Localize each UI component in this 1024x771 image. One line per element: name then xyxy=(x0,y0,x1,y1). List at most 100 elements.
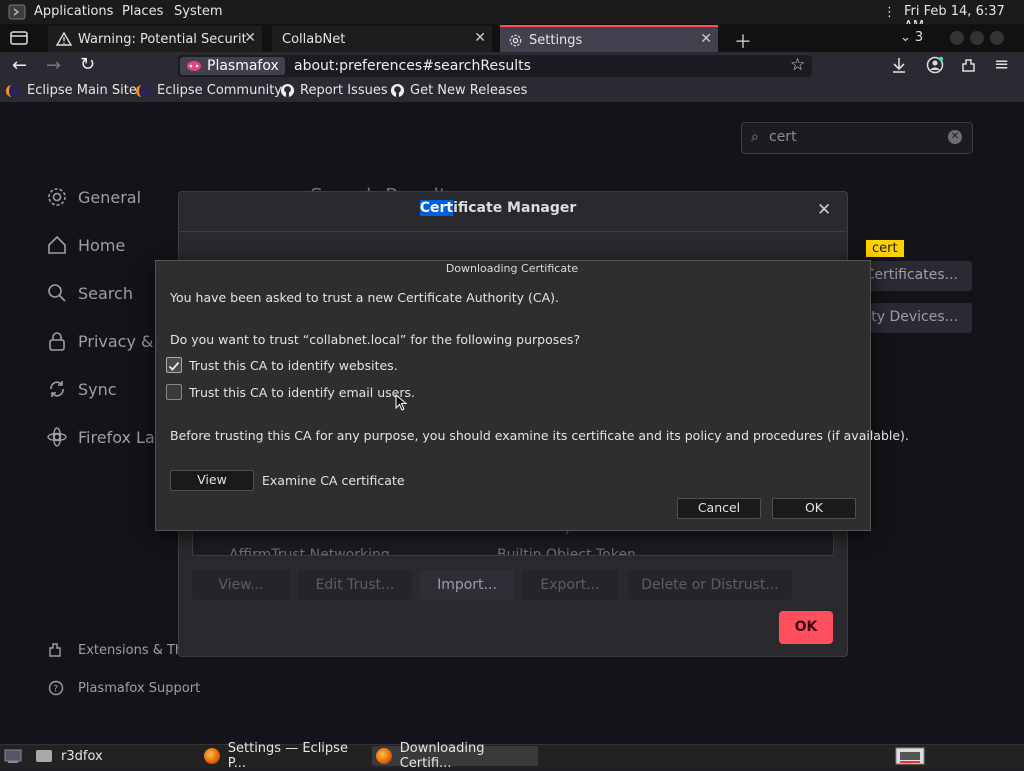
back-icon[interactable]: ← xyxy=(12,55,27,76)
tab-security-warning[interactable]: Warning: Potential Security Risk Ahead ✕ xyxy=(48,26,262,52)
menu-places[interactable]: Places xyxy=(122,4,163,19)
home-icon xyxy=(48,235,66,254)
ok-button[interactable]: OK xyxy=(772,498,856,519)
cert-manager-ok-button[interactable]: OK xyxy=(779,611,833,644)
export-button[interactable]: Export... xyxy=(522,570,618,600)
sidebar-item-home[interactable]: Home xyxy=(46,234,125,256)
mouse-cursor-icon xyxy=(395,394,407,411)
sidebar-label: General xyxy=(78,187,142,207)
clear-search-icon[interactable]: ✕ xyxy=(948,130,962,144)
tab-label: Warning: Potential Security Risk Ahead xyxy=(78,31,246,47)
extensions-icon[interactable] xyxy=(960,56,978,78)
identity-label: Plasmafox xyxy=(207,58,279,74)
sidebar-label: Search xyxy=(78,283,133,303)
tab-collabnet[interactable]: CollabNet ✕ xyxy=(272,26,492,52)
close-tab-icon[interactable]: ✕ xyxy=(474,30,486,46)
bookmark-report-issues[interactable]: Report Issues xyxy=(280,83,388,98)
github-icon xyxy=(280,83,295,98)
sync-icon xyxy=(50,381,64,397)
sidebar-item-sync[interactable]: Sync xyxy=(46,378,117,400)
account-icon[interactable] xyxy=(926,56,944,78)
cert-device[interactable]: Builtin Object Token xyxy=(497,547,636,555)
edit-trust-button[interactable]: Edit Trust... xyxy=(298,570,412,600)
bookmark-label: Eclipse Community xyxy=(157,83,282,98)
examine-ca-label: Examine CA certificate xyxy=(262,473,405,488)
trust-websites-label[interactable]: Trust this CA to identify websites. xyxy=(189,358,398,373)
forward-icon[interactable]: → xyxy=(46,55,61,76)
lock-icon xyxy=(49,332,65,351)
new-tab-icon[interactable]: ＋ xyxy=(734,28,752,54)
view-certificate-button[interactable]: View xyxy=(170,470,254,491)
firefox-icon xyxy=(204,748,220,764)
plasmafox-icon xyxy=(187,61,201,71)
url-text[interactable]: about:preferences#searchResults xyxy=(294,58,531,74)
close-tab-icon[interactable]: ✕ xyxy=(700,31,712,47)
search-highlight-tag: cert xyxy=(866,240,904,257)
close-tab-icon[interactable]: ✕ xyxy=(244,30,256,46)
sidebar-item-search[interactable]: Search xyxy=(46,282,133,304)
svg-text:?: ? xyxy=(53,685,58,695)
menu-applications[interactable]: Applications xyxy=(34,4,113,19)
cancel-button[interactable]: Cancel xyxy=(677,498,761,519)
trust-email-label[interactable]: Trust this CA to identify email users. xyxy=(189,385,415,400)
downloads-icon[interactable] xyxy=(891,56,907,78)
prefs-search-input[interactable]: cert xyxy=(769,129,797,145)
taskbar-item-r3dfox[interactable]: r3dfox xyxy=(36,746,196,766)
firefox-view-icon[interactable] xyxy=(10,30,28,50)
cert-name[interactable]: AffirmTrust Networking xyxy=(229,547,390,555)
trust-email-checkbox[interactable] xyxy=(166,384,182,400)
cert-view-button[interactable]: View... xyxy=(192,570,290,600)
bookmark-label: Get New Releases xyxy=(410,83,528,98)
system-panel: Applications Places System ⋮ Fri Feb 14,… xyxy=(0,0,1024,34)
menu-system[interactable]: System xyxy=(174,4,222,19)
github-icon xyxy=(390,83,405,98)
bookmark-get-new-releases[interactable]: Get New Releases xyxy=(390,83,527,98)
menu-hamburger-icon[interactable]: ≡ xyxy=(994,54,1009,75)
certificate-manager-title: Certificate Manager xyxy=(178,200,818,216)
workspace-switcher-icon[interactable] xyxy=(895,747,925,769)
title-highlight: Cert xyxy=(419,200,454,216)
checkmark-icon xyxy=(168,361,180,371)
dialog-intro-text: You have been asked to trust a new Certi… xyxy=(170,290,559,305)
search-icon xyxy=(48,284,66,302)
bookmark-star-icon[interactable]: ☆ xyxy=(790,55,805,75)
flask-icon xyxy=(47,427,67,447)
trust-websites-checkbox[interactable] xyxy=(166,357,182,373)
title-rest: ificate Manager xyxy=(453,200,577,216)
prefs-search-box[interactable]: ⌕ cert ✕ xyxy=(741,122,973,154)
divider xyxy=(178,231,846,232)
sidebar-label: Home xyxy=(78,235,126,255)
minimize-icon[interactable] xyxy=(950,31,964,45)
sidebar-support[interactable]: ? Plasmafox Support xyxy=(48,680,200,696)
identity-box[interactable]: Plasmafox xyxy=(180,57,285,75)
sidebar-item-general[interactable]: General xyxy=(46,186,141,208)
dialog-advice-text: Before trusting this CA for any purpose,… xyxy=(170,428,909,443)
tab-settings[interactable]: Settings ✕ xyxy=(500,25,718,53)
bookmark-eclipse-main[interactable]: Eclipse Main Site xyxy=(6,83,137,98)
list-all-tabs-button[interactable]: ⌄ 3 xyxy=(900,30,923,45)
gear-icon xyxy=(48,188,66,206)
bookmark-label: Report Issues xyxy=(300,83,388,98)
eclipse-icon xyxy=(6,84,21,97)
sidebar-label: Sync xyxy=(78,379,117,399)
import-button[interactable]: Import... xyxy=(420,570,514,600)
tab-count: 3 xyxy=(914,30,924,45)
firefox-icon xyxy=(376,748,392,764)
taskbar-label: Settings — Eclipse P... xyxy=(227,741,348,771)
warning-icon xyxy=(56,32,72,46)
taskbar-item-settings[interactable]: Settings — Eclipse P... xyxy=(204,741,368,771)
show-desktop-icon[interactable] xyxy=(4,748,22,768)
bookmark-eclipse-community[interactable]: Eclipse Community xyxy=(136,83,282,98)
help-icon: ? xyxy=(48,680,64,696)
taskbar-item-downloading[interactable]: Downloading Certifi... xyxy=(372,741,538,771)
close-window-icon[interactable] xyxy=(990,31,1004,45)
applications-icon[interactable] xyxy=(8,4,26,24)
chevron-down-icon: ⌄ xyxy=(900,30,911,45)
reload-icon[interactable]: ↻ xyxy=(80,54,95,75)
eclipse-icon xyxy=(136,84,151,97)
maximize-icon[interactable] xyxy=(970,31,984,45)
close-icon[interactable]: ✕ xyxy=(817,200,831,220)
gear-icon xyxy=(509,34,522,46)
delete-distrust-button[interactable]: Delete or Distrust... xyxy=(628,570,792,600)
puzzle-icon xyxy=(49,643,61,657)
